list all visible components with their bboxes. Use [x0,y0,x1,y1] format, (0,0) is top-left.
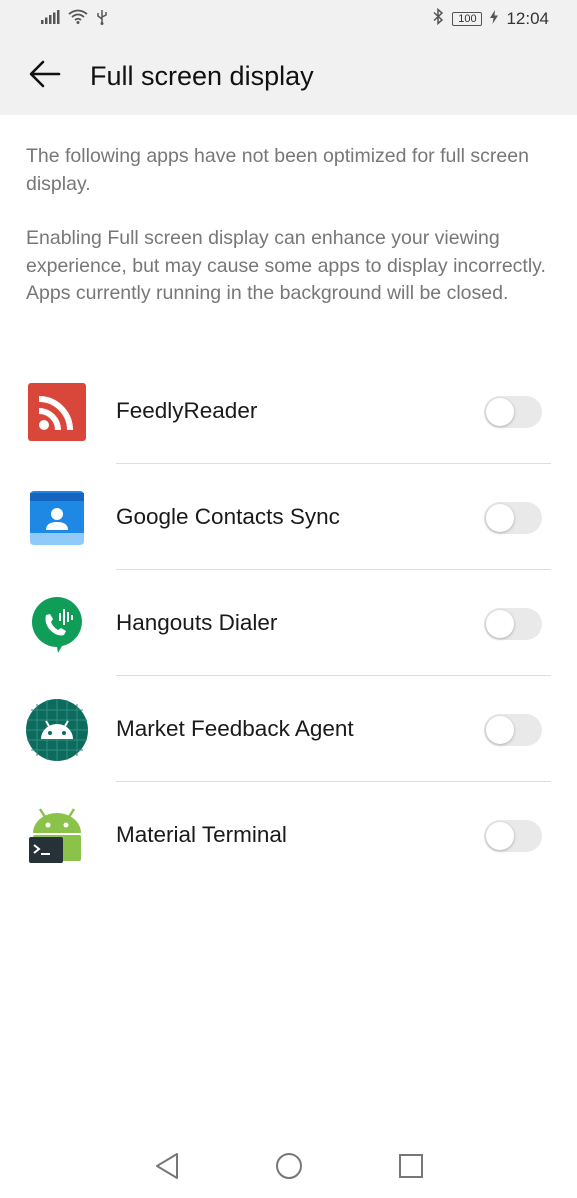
toggle-knob [486,610,514,638]
wifi-icon [68,9,88,29]
app-name: Material Terminal [116,822,287,847]
navigation-bar [0,1138,577,1198]
app-list: FeedlyReader Google Contacts Sync Hangou… [0,358,577,888]
contacts-icon [26,487,88,549]
list-item: FeedlyReader [0,358,577,464]
app-name: Market Feedback Agent [116,716,354,741]
app-name: Google Contacts Sync [116,504,340,529]
status-time: 12:04 [506,9,549,28]
usb-icon [96,9,108,30]
list-item: Material Terminal [0,782,577,888]
battery-icon: 100 [452,12,483,26]
description-not-optimized: The following apps have not been optimiz… [26,145,529,195]
recents-square-icon [398,1153,424,1184]
list-item: Hangouts Dialer [0,570,577,676]
fullscreen-toggle-feedlyreader[interactable] [484,396,542,428]
status-left [40,9,108,30]
fullscreen-toggle-market-feedback-agent[interactable] [484,714,542,746]
nav-back-button[interactable] [106,1138,228,1198]
app-name: Hangouts Dialer [116,610,278,635]
list-item: Google Contacts Sync [0,464,577,570]
back-button[interactable] [0,38,90,115]
rss-icon [26,381,88,443]
app-bar: Full screen display [0,38,577,115]
toggle-knob [486,716,514,744]
fullscreen-toggle-material-terminal[interactable] [484,820,542,852]
bluetooth-icon [432,7,444,30]
android-icon [26,699,88,761]
description-warning: Enabling Full screen display can enhance… [26,227,546,304]
fullscreen-toggle-hangouts-dialer[interactable] [484,608,542,640]
status-right: 100 12:04 [432,7,549,30]
fullscreen-toggle-google-contacts-sync[interactable] [484,502,542,534]
toggle-knob [486,822,514,850]
terminal-icon [26,805,88,867]
signal-icon [40,9,60,29]
toggle-knob [486,504,514,532]
home-circle-icon [275,1152,303,1185]
list-item: Market Feedback Agent [0,676,577,782]
nav-recents-button[interactable] [350,1138,472,1198]
app-name: FeedlyReader [116,398,258,423]
hangouts-dialer-icon [26,593,88,655]
nav-home-button[interactable] [228,1138,350,1198]
charging-icon [490,9,499,29]
page-title: Full screen display [90,61,314,91]
back-triangle-icon [154,1152,180,1185]
toggle-knob [486,398,514,426]
arrow-left-icon [29,60,61,93]
status-bar: 100 12:04 [0,0,577,38]
